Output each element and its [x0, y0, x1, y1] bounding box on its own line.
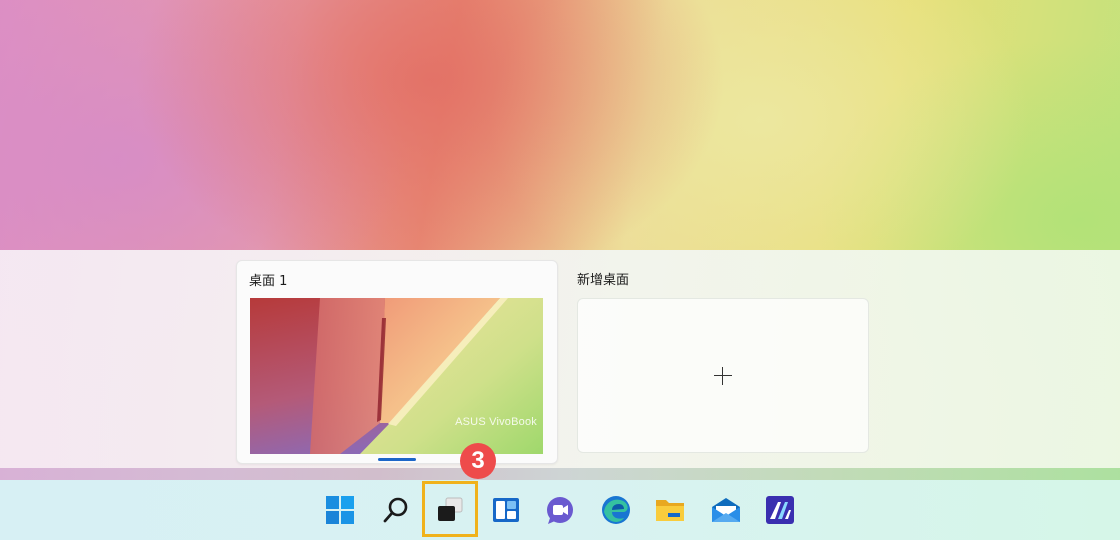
mail-icon	[712, 498, 740, 522]
new-desktop[interactable]: 新增桌面	[577, 260, 869, 462]
mail-button[interactable]	[706, 490, 746, 530]
thumbnail-brand-text: ASUS VivoBook	[455, 416, 537, 428]
file-explorer-button[interactable]	[650, 490, 690, 530]
desktop-card-title: 桌面 1	[249, 274, 288, 289]
chat-button[interactable]	[540, 490, 580, 530]
task-view-bottom-edge	[0, 468, 1120, 480]
thumbnail-wallpaper-art	[250, 298, 543, 454]
new-desktop-title: 新增桌面	[577, 273, 630, 288]
task-view-panel: 桌面 1 ASUS VivoBook 新增桌面	[0, 250, 1120, 468]
teams-chat-icon	[547, 497, 573, 524]
myasus-button[interactable]	[760, 490, 800, 530]
step-number-badge: 3	[460, 443, 496, 479]
file-explorer-icon	[656, 500, 684, 521]
start-icon	[326, 496, 354, 524]
widgets-icon	[493, 498, 519, 522]
myasus-icon	[766, 496, 794, 524]
search-icon	[383, 497, 408, 523]
new-desktop-button[interactable]	[577, 298, 869, 453]
desktop-screen: 桌面 1 ASUS VivoBook 新增桌面 3	[0, 0, 1120, 540]
edge-icon	[602, 496, 630, 524]
task-view-highlight	[422, 481, 478, 537]
edge-button[interactable]	[596, 490, 636, 530]
desktop-card-1[interactable]: 桌面 1 ASUS VivoBook	[236, 260, 558, 464]
taskbar	[0, 480, 1120, 540]
plus-icon	[714, 367, 732, 385]
widgets-button[interactable]	[486, 490, 526, 530]
desktop-thumbnail[interactable]: ASUS VivoBook	[250, 298, 543, 454]
start-button[interactable]	[320, 490, 360, 530]
search-button[interactable]	[376, 490, 416, 530]
active-desktop-indicator	[378, 458, 416, 461]
